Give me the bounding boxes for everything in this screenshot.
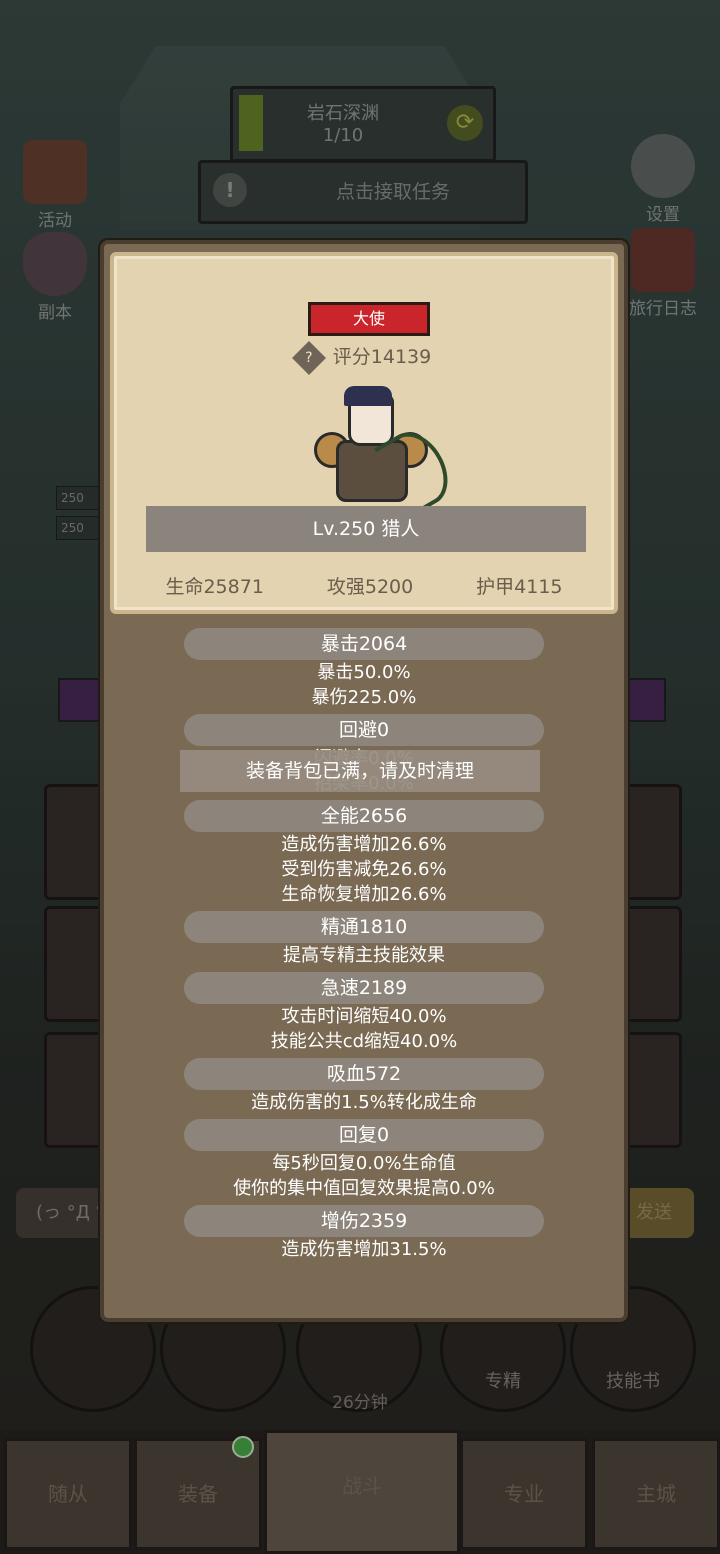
character-card: 大使 ? 评分14139 Lv.250 猎人 生命25871 攻强5200 护甲4… xyxy=(110,252,618,614)
hero-avatar xyxy=(294,386,460,517)
stat-list: 暴击2064 暴击50.0% 暴伤225.0% 回避0 闪避率0.0% 招架率0… xyxy=(104,628,624,1262)
stat-line: 每5秒回复0.0%生命值 xyxy=(272,1153,456,1174)
hero-name-bar: Lv.250 猎人 xyxy=(146,506,586,552)
stat-header: 回避0 xyxy=(184,714,544,746)
stat-line: 攻击时间缩短40.0% xyxy=(281,1006,447,1027)
stat-line: 提高专精主技能效果 xyxy=(283,945,445,966)
base-stats: 生命25871 攻强5200 护甲4115 xyxy=(114,572,614,599)
stat-header: 急速2189 xyxy=(184,972,544,1004)
rank-badge: 大使 xyxy=(308,302,430,336)
stat-line: 暴伤225.0% xyxy=(311,687,417,708)
stat-line: 造成伤害的1.5%转化成生命 xyxy=(251,1092,477,1113)
stat-line: 受到伤害减免26.6% xyxy=(281,859,447,880)
toast-message: 装备背包已满，请及时清理 xyxy=(180,750,540,792)
stat-header: 暴击2064 xyxy=(184,628,544,660)
stat-header: 吸血572 xyxy=(184,1058,544,1090)
stat-header: 增伤2359 xyxy=(184,1205,544,1237)
stat-line: 技能公共cd缩短40.0% xyxy=(270,1031,458,1052)
stat-line: 造成伤害增加31.5% xyxy=(281,1239,447,1260)
stat-line: 生命恢复增加26.6% xyxy=(281,884,447,905)
stat-header: 全能2656 xyxy=(184,800,544,832)
stat-header: 精通1810 xyxy=(184,911,544,943)
stat-line: 造成伤害增加26.6% xyxy=(281,834,447,855)
score-text: 评分14139 xyxy=(332,346,432,368)
attack-stat: 攻强5200 xyxy=(326,576,414,598)
stat-line: 暴击50.0% xyxy=(317,662,411,683)
stat-line: 使你的集中值回复效果提高0.0% xyxy=(233,1178,495,1199)
score-row: ? 评分14139 xyxy=(114,340,614,375)
stat-header: 回复0 xyxy=(184,1119,544,1151)
hp-stat: 生命25871 xyxy=(165,576,264,598)
help-icon[interactable]: ? xyxy=(291,340,326,375)
armor-stat: 护甲4115 xyxy=(476,576,563,598)
